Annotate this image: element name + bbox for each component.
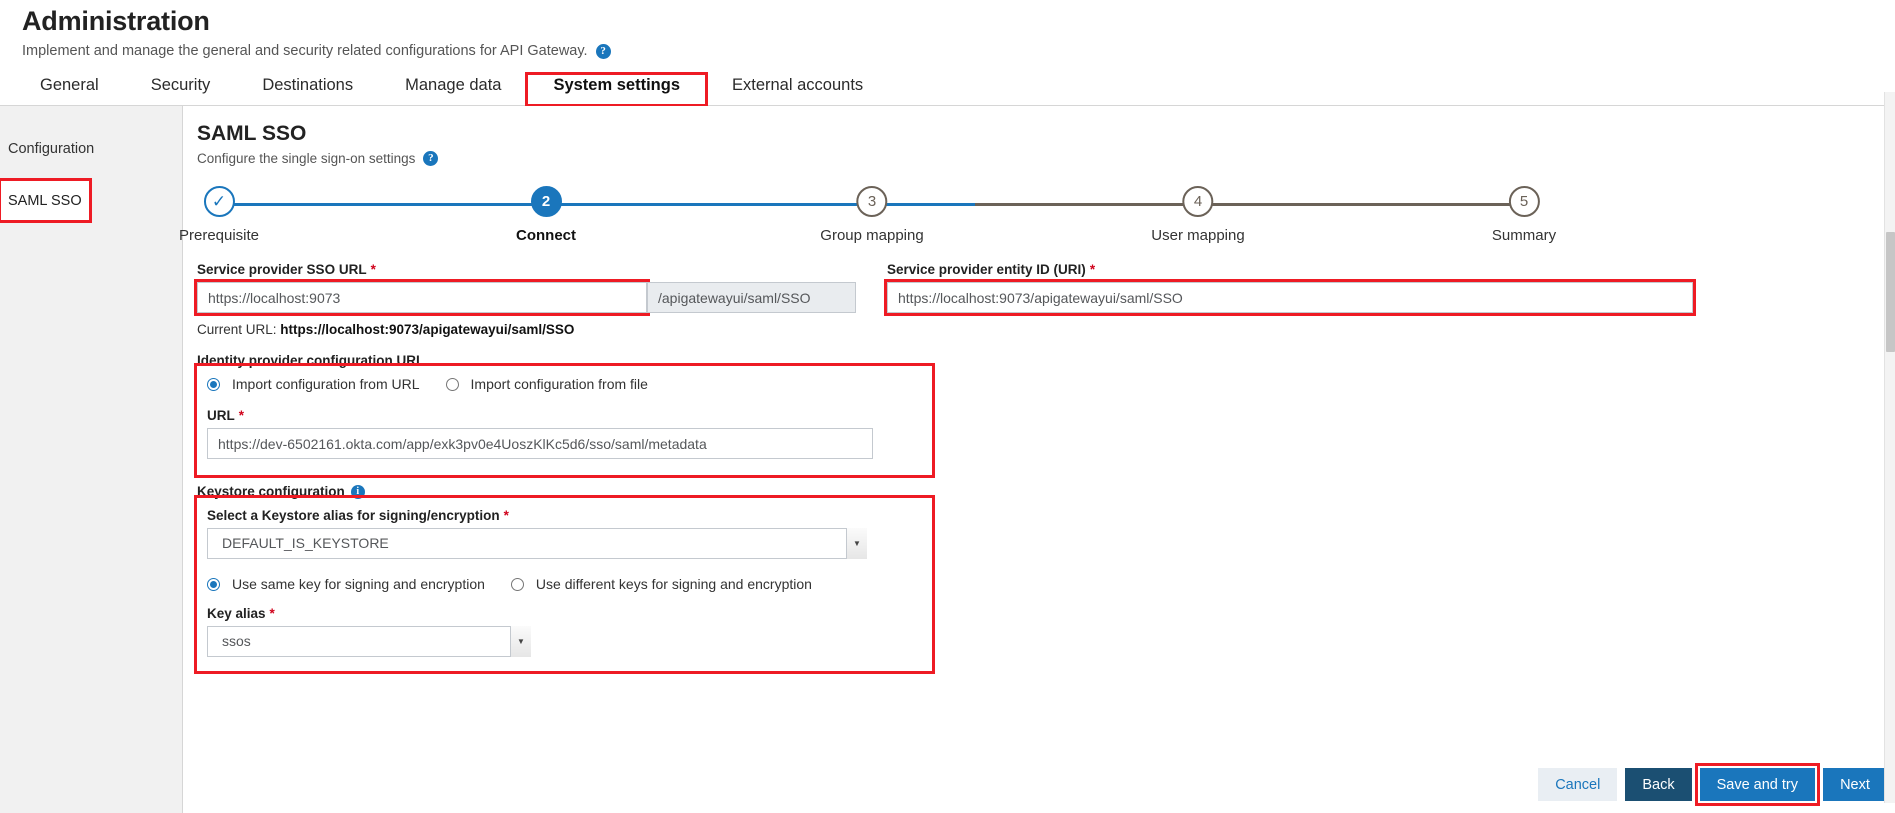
keystore-alias-select-value: DEFAULT_IS_KEYSTORE xyxy=(207,528,867,559)
idp-url-input[interactable] xyxy=(207,428,873,459)
section-subtitle-text: Configure the single sign-on settings xyxy=(197,151,416,166)
sidebar-item-saml-sso[interactable]: SAML SSO xyxy=(0,178,92,223)
idp-config-panel: Import configuration from URL Import con… xyxy=(194,363,935,478)
next-button[interactable]: Next xyxy=(1823,768,1887,801)
sso-url-row: Service provider SSO URL * https://local… xyxy=(194,262,1895,316)
entity-id-label-text: Service provider entity ID (URI) xyxy=(887,262,1086,277)
tab-security[interactable]: Security xyxy=(125,74,237,105)
tab-general[interactable]: General xyxy=(14,74,125,105)
vertical-scrollbar[interactable] xyxy=(1884,92,1895,803)
sidebar-title: Configuration xyxy=(8,141,95,157)
radio-different-keys[interactable] xyxy=(510,577,524,591)
keystore-alias-label-text: Select a Keystore alias for signing/encr… xyxy=(207,508,500,523)
page-subtitle: Implement and manage the general and sec… xyxy=(22,42,1895,60)
radio-import-from-url-label: Import configuration from URL xyxy=(232,376,420,392)
save-and-try-button[interactable]: Save and try xyxy=(1699,768,1815,801)
back-button[interactable]: Back xyxy=(1625,768,1692,801)
radio-different-keys-label: Use different keys for signing and encry… xyxy=(535,576,812,592)
chevron-down-icon: ▼ xyxy=(846,528,867,559)
key-alias-select[interactable]: ssos ▼ xyxy=(207,626,531,657)
keystore-group-label-text: Keystore configuration xyxy=(197,484,345,499)
required-marker: * xyxy=(1089,262,1096,277)
keystore-key-radio-row: Use same key for signing and encryption … xyxy=(207,576,922,592)
sso-url-suffix-wrapper xyxy=(647,282,856,313)
radio-same-key[interactable] xyxy=(207,577,220,591)
check-icon: ✓ xyxy=(211,192,227,211)
keystore-group-label: Keystore configuration i xyxy=(197,484,1895,499)
page-header: Administration Implement and manage the … xyxy=(0,0,1895,60)
tab-manage-data[interactable]: Manage data xyxy=(379,74,527,105)
info-icon[interactable]: i xyxy=(350,484,365,499)
tab-external-accounts[interactable]: External accounts xyxy=(706,74,889,105)
idp-url-label: URL * xyxy=(207,408,922,423)
tab-destinations[interactable]: Destinations xyxy=(236,74,379,105)
step-1-prerequisite[interactable]: ✓ Prerequisite xyxy=(179,186,259,244)
step-5-label: Summary xyxy=(1491,227,1557,244)
radio-same-key-label: Use same key for signing and encryption xyxy=(232,576,485,592)
keystore-panel: Select a Keystore alias for signing/encr… xyxy=(194,495,935,674)
tab-system-settings[interactable]: System settings xyxy=(525,72,708,107)
form-area: Service provider SSO URL * https://local… xyxy=(194,262,1895,674)
sso-url-suffix-input xyxy=(647,282,856,313)
idp-url-label-text: URL xyxy=(207,408,235,423)
current-url-value: https://localhost:9073/apigatewayui/saml… xyxy=(280,322,575,337)
wizard-stepper: ✓ Prerequisite 2 Connect 3 Group mapping… xyxy=(179,186,1556,254)
chevron-down-icon: ▼ xyxy=(510,626,531,657)
step-2-circle: 2 xyxy=(530,186,562,217)
step-1-label: Prerequisite xyxy=(178,227,260,244)
required-marker: * xyxy=(269,606,275,621)
content-pane: SAML SSO Configure the single sign-on se… xyxy=(179,106,1895,813)
page-title: Administration xyxy=(22,6,210,36)
keystore-alias-label: Select a Keystore alias for signing/encr… xyxy=(207,508,922,523)
sidebar: Configuration SAML SSO xyxy=(0,106,183,813)
key-alias-label-text: Key alias xyxy=(207,606,266,621)
key-alias-label: Key alias * xyxy=(207,606,922,621)
sso-url-label: Service provider SSO URL * xyxy=(197,262,876,277)
step-4-circle: 4 xyxy=(1182,186,1214,217)
section-title: SAML SSO xyxy=(197,122,307,145)
step-2-label: Connect xyxy=(516,227,576,244)
radio-import-from-file[interactable] xyxy=(445,377,459,391)
step-1-circle: ✓ xyxy=(203,186,235,217)
required-marker: * xyxy=(370,262,376,277)
page-subtitle-text: Implement and manage the general and sec… xyxy=(22,43,588,59)
sso-url-label-text: Service provider SSO URL xyxy=(197,262,367,277)
radio-import-from-url[interactable] xyxy=(207,377,220,391)
step-5-summary[interactable]: 5 Summary xyxy=(1492,186,1556,244)
current-url-text: Current URL: https://localhost:9073/apig… xyxy=(197,322,1895,337)
cancel-button[interactable]: Cancel xyxy=(1538,768,1618,801)
step-5-circle: 5 xyxy=(1508,186,1540,217)
help-icon[interactable]: ? xyxy=(423,151,439,166)
main-tabs: General Security Destinations Manage dat… xyxy=(0,70,1895,107)
sso-url-input-wrapper xyxy=(194,279,650,316)
footer-actions: Cancel Back Save and try Next xyxy=(1538,763,1887,806)
vertical-scrollbar-thumb[interactable] xyxy=(1886,232,1895,352)
entity-id-input-wrapper xyxy=(884,279,1696,316)
body-wrapper: Configuration SAML SSO SAML SSO Configur… xyxy=(0,106,1895,813)
step-3-group-mapping[interactable]: 3 Group mapping xyxy=(820,186,924,244)
keystore-alias-select[interactable]: DEFAULT_IS_KEYSTORE ▼ xyxy=(207,528,867,559)
step-4-user-mapping[interactable]: 4 User mapping xyxy=(1151,186,1245,244)
idp-config-radio-row: Import configuration from URL Import con… xyxy=(207,376,922,392)
step-3-label: Group mapping xyxy=(820,227,924,244)
sso-url-input[interactable] xyxy=(197,282,647,313)
step-4-label: User mapping xyxy=(1151,227,1245,244)
required-marker: * xyxy=(503,508,509,523)
entity-id-input[interactable] xyxy=(887,282,1693,313)
sidebar-item-label: SAML SSO xyxy=(8,192,82,209)
radio-import-from-file-label: Import configuration from file xyxy=(470,376,648,392)
save-and-try-highlight: Save and try xyxy=(1694,763,1821,806)
step-2-connect[interactable]: 2 Connect xyxy=(516,186,576,244)
help-icon[interactable]: ? xyxy=(595,43,611,59)
current-url-prefix: Current URL: xyxy=(197,322,281,337)
section-subtitle: Configure the single sign-on settings ? xyxy=(197,151,1895,166)
key-alias-select-value: ssos xyxy=(207,626,531,657)
entity-id-label: Service provider entity ID (URI) * xyxy=(887,262,1693,277)
step-3-circle: 3 xyxy=(856,186,888,217)
required-marker: * xyxy=(238,408,245,423)
